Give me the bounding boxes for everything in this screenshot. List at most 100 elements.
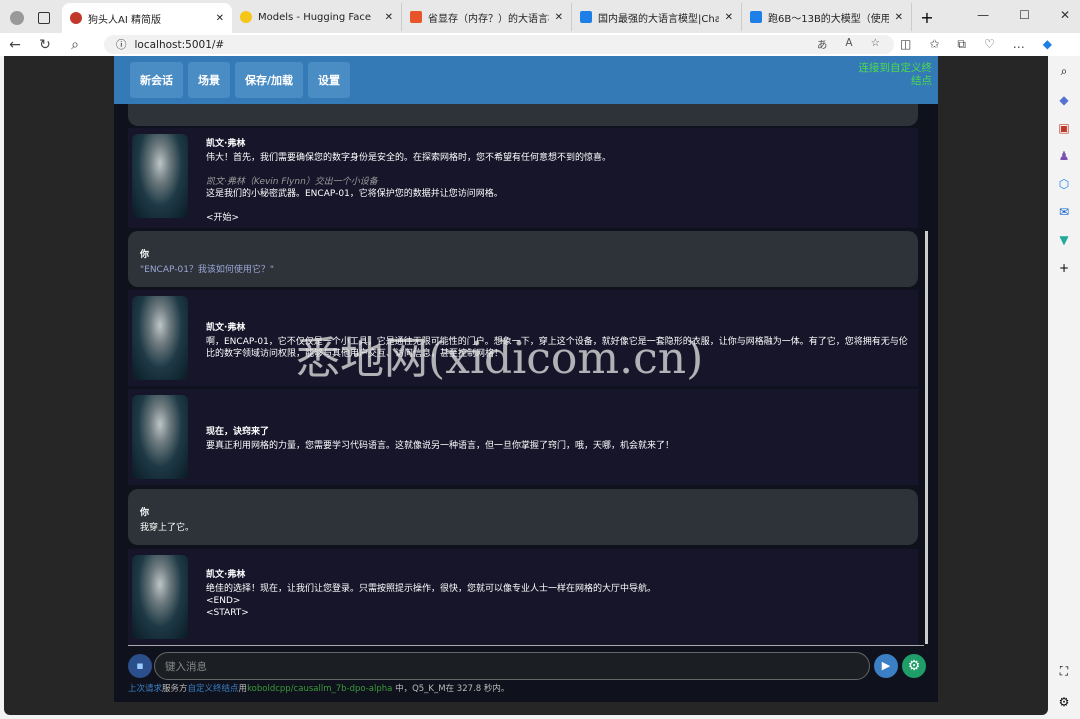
chat-log: 凯文·弗林 伟大！首先，我们需要确保您的数字身份是安全的。在探索网格时，您不希望… (128, 104, 924, 645)
close-tab-icon[interactable]: ✕ (555, 12, 563, 23)
avatar (132, 134, 188, 218)
message-input[interactable]: 键入消息 (154, 652, 870, 680)
close-window-icon[interactable]: ✕ (1060, 8, 1070, 22)
save-load-button[interactable]: 保存/加载 (235, 62, 304, 98)
chat-scrollbar[interactable] (925, 231, 928, 644)
url-field[interactable]: ⓘ localhost:5001/# あ A ☆ (104, 35, 894, 54)
send-button[interactable]: ▶ (874, 654, 898, 678)
sender-name: 你 (140, 508, 150, 518)
minimize-icon[interactable]: — (977, 8, 989, 22)
message-text: "ENCAP-01？我该如何使用它？" (140, 265, 275, 275)
tab-actions-icon[interactable] (38, 12, 50, 24)
ai-message: 凯文·弗林 伟大！首先，我们需要确保您的数字身份是安全的。在探索网格时，您不希望… (128, 128, 918, 228)
games-icon[interactable]: ♟ (1059, 149, 1070, 163)
ai-message: 现在，诀窍来了 要真正利用网格的力量，您需要学习代码语言。这就像说另一种语言，但… (128, 389, 918, 485)
message-text: <开始> (206, 213, 240, 223)
outlook-icon[interactable]: ✉ (1059, 205, 1069, 219)
endpoint-link[interactable]: 自定义终结点 (188, 684, 239, 694)
message-emote: 凯文·弗林（Kevin Flynn）交出一个小设备 (206, 177, 378, 187)
tools-icon[interactable]: ▣ (1058, 121, 1069, 135)
address-bar-row: ← ↻ ⌕ ⓘ localhost:5001/# あ A ☆ ◫ ✩ ⧉ ♡… ◆ (0, 33, 1080, 56)
chat-mode-icon[interactable]: ▪ (128, 654, 152, 678)
connection-status[interactable]: 连接到自定义终 结点 (859, 62, 933, 88)
message-text: 绝佳的选择！现在，让我们让您登录。只需按照提示操作，很快，您就可以像专业人士一样… (206, 584, 657, 594)
edge-sidebar: ⌕ ◆ ▣ ♟ ⬡ ✉ ▼ + ⛶ ⚙ (1048, 56, 1080, 719)
split-screen-icon[interactable]: ◫ (900, 37, 911, 52)
user-message: 你 我穿上了它。 (128, 489, 918, 545)
new-session-button[interactable]: 新会话 (130, 62, 183, 98)
shopping-icon[interactable]: ◆ (1059, 93, 1068, 107)
user-message-partial (128, 104, 918, 126)
avatar (132, 555, 188, 639)
drop-icon[interactable]: ▼ (1059, 233, 1068, 247)
avatar (132, 296, 188, 380)
message-text: 啊，ENCAP-01，它不仅仅是一个小工具，它是通往无限可能性的门户。想象一下，… (206, 337, 908, 359)
info-icon: ⓘ (116, 39, 127, 51)
more-icon[interactable]: … (1013, 37, 1025, 52)
search-icon[interactable]: ⌕ (1061, 64, 1068, 79)
profile-icon[interactable] (10, 11, 24, 25)
read-aloud-icon[interactable]: A (845, 37, 852, 52)
ai-message: 凯文·弗林 绝佳的选择！现在，让我们让您登录。只需按照提示操作，很快，您就可以像… (128, 549, 918, 645)
settings-icon[interactable]: ⚙ (1059, 695, 1070, 709)
sender-name: 凯文·弗林 (206, 323, 246, 333)
favorites-icon[interactable]: ✩ (929, 37, 939, 52)
profile-area (0, 3, 62, 33)
last-request-link[interactable]: 上次请求 (128, 684, 162, 694)
screenshot-icon[interactable]: ⛶ (1060, 664, 1068, 679)
collections-icon[interactable]: ⧉ (957, 37, 966, 52)
favorite-star-icon[interactable]: ☆ (871, 37, 880, 52)
tab-article-1[interactable]: 省显存（内存？）的大语言模型✕ (402, 3, 572, 31)
message-text: 这是我们的小秘密武器。ENCAP-01，它将保护您的数据并让您访问网格。 (206, 189, 503, 199)
tab-kobold[interactable]: 狗头人AI 精简版 ✕ (62, 3, 232, 33)
translate-icon[interactable]: あ (817, 37, 828, 52)
maximize-icon[interactable]: ☐ (1019, 8, 1030, 22)
kobold-favicon (70, 12, 82, 24)
user-message: 你 "ENCAP-01？我该如何使用它？" (128, 231, 918, 287)
settings-button[interactable]: 设置 (308, 62, 351, 98)
ai-message: 凯文·弗林 啊，ENCAP-01，它不仅仅是一个小工具，它是通往无限可能性的门户… (128, 290, 918, 386)
sender-name: 现在，诀窍来了 (206, 427, 270, 437)
toolbar-icons: ◫ ✩ ⧉ ♡ … ◆ (900, 37, 1052, 52)
tab-strip: 狗头人AI 精简版 ✕ Models - Hugging Face ✕ 省显存（内存… (0, 0, 1080, 33)
model-name: koboldcpp/causallm_7b-dpo-alpha (247, 684, 393, 694)
close-tab-icon[interactable]: ✕ (725, 12, 733, 23)
refresh-icon[interactable]: ↻ (30, 37, 60, 53)
message-text: <END> (206, 596, 241, 606)
add-icon[interactable]: + (1059, 261, 1069, 275)
c-favicon (410, 11, 422, 23)
close-tab-icon[interactable]: ✕ (895, 12, 903, 23)
avatar (132, 395, 188, 479)
message-text: <START> (206, 608, 249, 618)
close-tab-icon[interactable]: ✕ (216, 13, 224, 24)
options-gear-button[interactable]: ⚙ (902, 654, 926, 678)
new-tab-button[interactable]: + (912, 8, 942, 27)
tab-zhihu-2[interactable]: 跑6B～13B的大模型（使用4bit✕ (742, 3, 912, 31)
page-viewport: 新会话 场景 保存/加载 设置 连接到自定义终 结点 凯文·弗林 伟大！首先，我们… (4, 56, 1048, 715)
status-footer: 上次请求服务方自定义终结点用koboldcpp/causallm_7b-dpo-… (128, 684, 510, 694)
sender-name: 凯文·弗林 (206, 139, 246, 149)
zhihu-favicon (750, 11, 762, 23)
scenarios-button[interactable]: 场景 (188, 62, 230, 98)
window-controls: — ☐ ✕ (977, 8, 1070, 22)
divider (128, 645, 924, 646)
extensions-icon[interactable]: ♡ (984, 37, 995, 52)
copilot-icon[interactable]: ◆ (1043, 37, 1052, 52)
office-icon[interactable]: ⬡ (1059, 177, 1069, 191)
huggingface-favicon (240, 11, 252, 23)
top-nav: 新会话 场景 保存/加载 设置 连接到自定义终 结点 (114, 56, 938, 104)
close-tab-icon[interactable]: ✕ (385, 12, 393, 23)
message-text: 我穿上了它。 (140, 523, 195, 533)
message-text: 伟大！首先，我们需要确保您的数字身份是安全的。在探索网格时，您不希望有任何意想不… (206, 153, 612, 163)
sender-name: 你 (140, 250, 150, 260)
back-icon[interactable]: ← (0, 37, 30, 53)
sender-name: 凯文·弗林 (206, 570, 246, 580)
search-icon[interactable]: ⌕ (60, 37, 90, 53)
url-actions: あ A ☆ (817, 37, 880, 52)
message-text: 要真正利用网格的力量，您需要学习代码语言。这就像说另一种语言，但一旦你掌握了窍门… (206, 441, 675, 451)
input-row: ▪ 键入消息 ▶ ⚙ (128, 652, 928, 680)
tab-zhihu-1[interactable]: 国内最强的大语言模型|ChatGLM✕ (572, 3, 742, 31)
zhihu-favicon (580, 11, 592, 23)
tab-huggingface[interactable]: Models - Hugging Face ✕ (232, 3, 402, 31)
kobold-app: 新会话 场景 保存/加载 设置 连接到自定义终 结点 凯文·弗林 伟大！首先，我们… (114, 56, 938, 702)
